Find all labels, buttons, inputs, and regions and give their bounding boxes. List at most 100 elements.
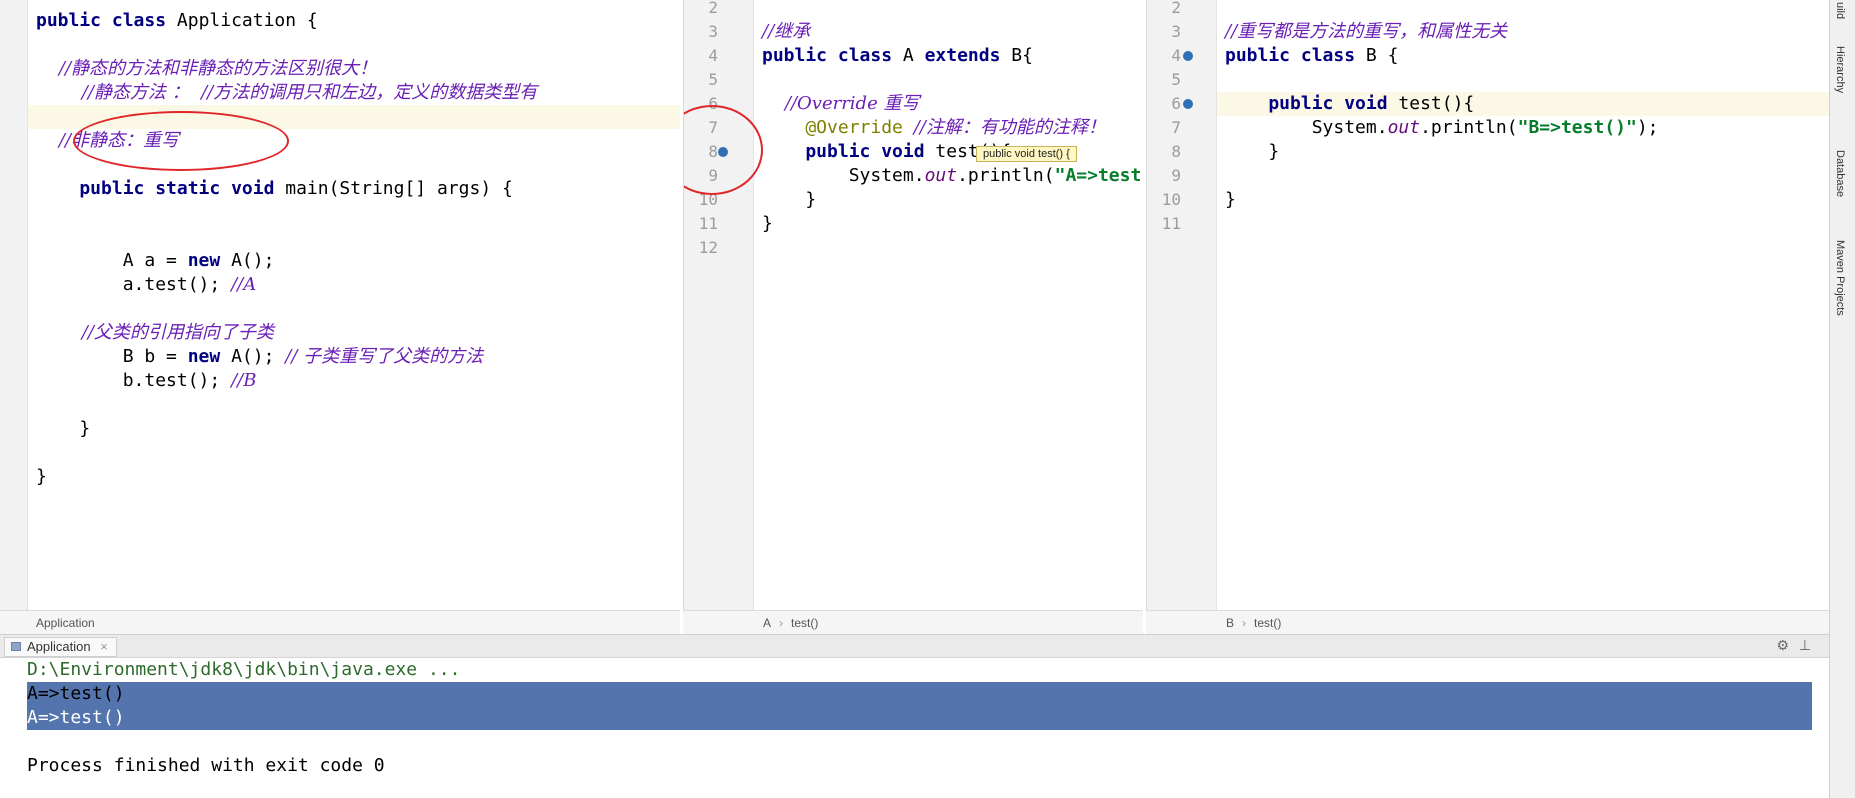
code-token: //重写都是方法的重写，和属性无关	[1225, 21, 1508, 42]
code-line[interactable]: public void test(){	[1217, 92, 1829, 116]
code-line[interactable]: }	[1217, 140, 1829, 164]
line-number: 4	[1171, 46, 1181, 65]
code-line[interactable]: public void test(){	[754, 140, 1143, 164]
code-token: test(){	[1398, 93, 1475, 114]
line-number: 8	[1171, 142, 1181, 161]
line-number: 3	[1171, 22, 1181, 41]
code-token: }	[762, 213, 773, 234]
console-line[interactable]: A=>test()	[27, 682, 125, 706]
code-line[interactable]: }	[754, 212, 1143, 236]
editor-pane-b[interactable]: 2 3 4 5 6 7 8 9 10 11 //重写都是方法的重写，和属性无关 public cla…	[1146, 0, 1829, 610]
code-token: b.test();	[36, 370, 232, 391]
line-number: 5	[708, 70, 718, 89]
code-line[interactable]: @Override //注解：有功能的注释！	[754, 116, 1143, 140]
line-number: 12	[698, 238, 718, 257]
console-line[interactable]: Process finished with exit code 0	[27, 754, 385, 778]
breadcrumb-a: A › test()	[683, 610, 1143, 634]
implemented-icon[interactable]	[1183, 51, 1193, 61]
code-line[interactable]: public static void main(String[] args) {	[28, 177, 680, 201]
breadcrumb-item[interactable]: Application	[36, 616, 95, 630]
code-line[interactable]	[28, 225, 680, 249]
line-number: 5	[1171, 70, 1181, 89]
code-area-application[interactable]: public class Application { //静态的方法和非静态的方…	[28, 0, 680, 610]
code-line[interactable]	[1217, 212, 1829, 236]
hide-icon[interactable]: ⊥	[1799, 637, 1811, 654]
code-line[interactable]: //静态的方法和非静态的方法区别很大！	[28, 57, 680, 81]
override-icon[interactable]	[718, 147, 728, 157]
code-line[interactable]: B b = new A(); // 子类重写了父类的方法	[28, 345, 680, 369]
code-line[interactable]: }	[28, 417, 680, 441]
code-line[interactable]: }	[28, 465, 680, 489]
code-line[interactable]: public class Application {	[28, 9, 680, 33]
editor-pane-a[interactable]: 2 3 4 5 6 7 8 9 10 11 12 //继承 public class A extend…	[683, 0, 1143, 610]
console-line[interactable]: A=>test()	[27, 706, 125, 730]
tool-window-maven[interactable]: Maven Projects	[1834, 240, 1846, 316]
line-number: 9	[708, 166, 718, 185]
line-number: 2	[1171, 0, 1181, 17]
code-line[interactable]: }	[754, 188, 1143, 212]
code-line[interactable]	[754, 236, 1143, 260]
code-line[interactable]: //非静态：重写	[28, 129, 680, 153]
code-line[interactable]	[28, 153, 680, 177]
breadcrumb-item[interactable]: test()	[791, 616, 818, 630]
code-token: main(String[] args) {	[285, 178, 513, 199]
code-line[interactable]: b.test(); //B	[28, 369, 680, 393]
code-token: }	[1225, 189, 1236, 210]
code-line[interactable]	[1217, 0, 1829, 20]
tool-window-database[interactable]: Database	[1834, 150, 1846, 197]
code-token: //B	[231, 370, 257, 391]
code-token: extends	[924, 45, 1012, 66]
code-line[interactable]: public class B {	[1217, 44, 1829, 68]
code-token: }	[762, 189, 817, 210]
code-line[interactable]	[1217, 68, 1829, 92]
code-line[interactable]: a.test(); //A	[28, 273, 680, 297]
code-line[interactable]	[754, 68, 1143, 92]
run-toolbar: Application × ⚙ ⊥	[0, 634, 1829, 658]
breadcrumb-item[interactable]: A	[763, 616, 771, 630]
breadcrumb-item[interactable]: test()	[1254, 616, 1281, 630]
code-line[interactable]	[28, 201, 680, 225]
code-token: out	[1387, 117, 1421, 138]
console-line[interactable]: D:\Environment\jdk8\jdk\bin\java.exe ...	[27, 658, 460, 682]
line-number: 6	[708, 94, 718, 113]
code-line[interactable]	[28, 297, 680, 321]
line-number: 10	[1161, 190, 1181, 209]
line-number: 3	[708, 22, 718, 41]
code-line[interactable]: }	[1217, 188, 1829, 212]
overridden-icon[interactable]	[1183, 99, 1193, 109]
code-line[interactable]	[28, 393, 680, 417]
code-line[interactable]: public class A extends B{	[754, 44, 1143, 68]
code-line[interactable]: //静态方法 ： //方法的调用只和左边，定义的数据类型有	[28, 81, 680, 105]
code-line[interactable]	[28, 441, 680, 465]
close-icon[interactable]: ×	[100, 639, 108, 654]
console-output[interactable]: D:\Environment\jdk8\jdk\bin\java.exe ...…	[0, 658, 1829, 798]
code-area-b[interactable]: //重写都是方法的重写，和属性无关 public class B { public…	[1217, 0, 1829, 610]
code-line[interactable]: //重写都是方法的重写，和属性无关	[1217, 20, 1829, 44]
tool-window-build[interactable]: uild	[1834, 2, 1846, 19]
code-line[interactable]: System.out.println("B=>test()");	[1217, 116, 1829, 140]
run-tab[interactable]: Application ×	[4, 637, 117, 657]
code-line[interactable]	[754, 0, 1143, 20]
code-line[interactable]: A a = new A();	[28, 249, 680, 273]
code-token: A();	[231, 346, 286, 367]
code-line[interactable]	[1217, 164, 1829, 188]
code-token: @Override	[762, 117, 914, 138]
gear-icon[interactable]: ⚙	[1776, 637, 1789, 654]
tool-window-hierarchy[interactable]: Hierarchy	[1834, 46, 1846, 93]
code-token: //静态的方法和非静态的方法区别很大！	[36, 58, 378, 79]
code-token: //静态方法 ： //方法的调用只和左边，定义的数据类型有	[36, 82, 538, 103]
code-line[interactable]: //父类的引用指向了子类	[28, 321, 680, 345]
code-line[interactable]: //继承	[754, 20, 1143, 44]
code-token: //注解：有功能的注释！	[913, 117, 1106, 138]
code-line[interactable]: System.out.println("A=>test()");	[754, 164, 1143, 188]
code-line[interactable]	[28, 105, 680, 129]
editor-pane-application[interactable]: public class Application { //静态的方法和非静态的方…	[0, 0, 680, 610]
code-line[interactable]	[28, 33, 680, 57]
code-line[interactable]: //Override 重写	[754, 92, 1143, 116]
code-token: public static void	[36, 178, 286, 199]
code-area-a[interactable]: //继承 public class A extends B{ //Override…	[754, 0, 1143, 610]
code-token: Application {	[176, 10, 318, 31]
breadcrumb-item[interactable]: B	[1226, 616, 1234, 630]
line-number: 8	[708, 142, 718, 161]
code-token: // 子类重写了父类的方法	[285, 346, 484, 367]
